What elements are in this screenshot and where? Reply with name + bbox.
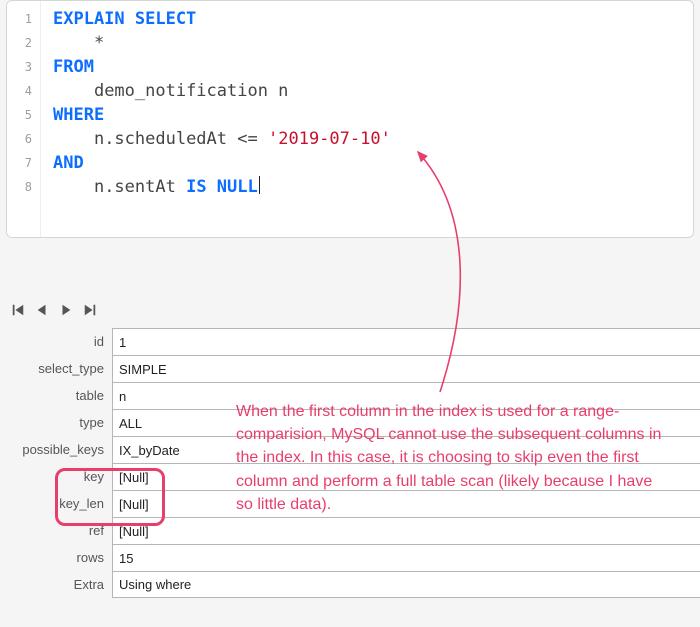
detail-label-possible-keys: possible_keys	[0, 436, 112, 463]
sql-cond2-lhs: n.sentAt	[94, 177, 176, 197]
sql-cond1-lhs: n.scheduledAt	[94, 129, 227, 149]
sql-keyword-explain-select: EXPLAIN SELECT	[53, 9, 196, 29]
text-cursor	[259, 176, 260, 194]
sql-star: *	[94, 33, 104, 53]
line-number: 4	[7, 79, 40, 103]
detail-label-ref: ref	[0, 517, 112, 544]
detail-value-select-type[interactable]: SIMPLE	[112, 355, 700, 382]
sql-keyword-where: WHERE	[53, 105, 104, 125]
detail-label-table: table	[0, 382, 112, 409]
detail-row: ref [Null]	[0, 517, 700, 544]
detail-label-select-type: select_type	[0, 355, 112, 382]
detail-row: select_type SIMPLE	[0, 355, 700, 382]
sql-cond1-rhs: '2019-07-10'	[268, 129, 391, 149]
line-number: 3	[7, 55, 40, 79]
sql-code-area[interactable]: EXPLAIN SELECT * FROM demo_notification …	[41, 1, 693, 237]
line-number: 2	[7, 31, 40, 55]
detail-row: id 1	[0, 328, 700, 355]
detail-label-key-len: key_len	[0, 490, 112, 517]
sql-cond1-op: <=	[237, 129, 257, 149]
line-number: 6	[7, 127, 40, 151]
sql-keyword-from: FROM	[53, 57, 94, 77]
detail-label-rows: rows	[0, 544, 112, 571]
detail-row: Extra Using where	[0, 571, 700, 598]
detail-value-ref[interactable]: [Null]	[112, 517, 700, 544]
sql-keyword-and: AND	[53, 153, 84, 173]
prev-record-icon[interactable]	[34, 302, 50, 318]
detail-label-type: type	[0, 409, 112, 436]
detail-label-key: key	[0, 463, 112, 490]
next-record-icon[interactable]	[58, 302, 74, 318]
detail-row: rows 15	[0, 544, 700, 571]
detail-value-rows[interactable]: 15	[112, 544, 700, 571]
sql-editor-pane[interactable]: 1 2 3 4 5 6 7 8 EXPLAIN SELECT * FROM de…	[6, 0, 694, 238]
sql-keyword-isnull: IS NULL	[186, 177, 258, 197]
line-number-gutter: 1 2 3 4 5 6 7 8	[7, 1, 41, 237]
line-number: 7	[7, 151, 40, 175]
line-number: 8	[7, 175, 40, 199]
line-number: 5	[7, 103, 40, 127]
detail-value-extra[interactable]: Using where	[112, 571, 700, 598]
record-nav-toolbar	[0, 298, 700, 328]
detail-label-id: id	[0, 328, 112, 355]
first-record-icon[interactable]	[10, 302, 26, 318]
sql-table-ident: demo_notification n	[94, 81, 288, 101]
last-record-icon[interactable]	[82, 302, 98, 318]
detail-value-id[interactable]: 1	[112, 328, 700, 355]
annotation-text: When the first column in the index is us…	[236, 400, 666, 516]
line-number: 1	[7, 7, 40, 31]
detail-label-extra: Extra	[0, 571, 112, 598]
